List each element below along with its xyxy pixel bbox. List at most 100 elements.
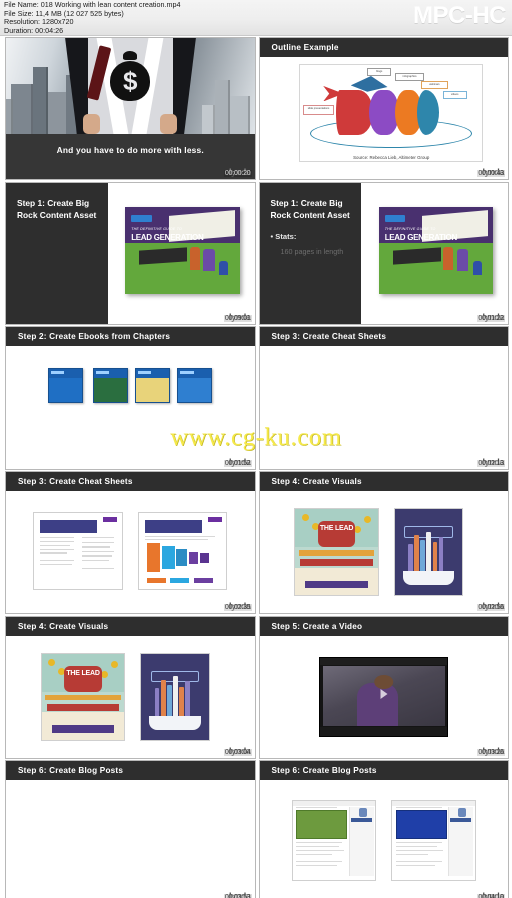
diagram-label-blogs: blogs (367, 68, 392, 77)
slide-content: THE LEAD (6, 635, 255, 758)
author-avatar (458, 808, 467, 817)
book-subtitle: THE DEFINITIVE GUIDE TO (131, 226, 183, 231)
diagram-label-videos: videos (442, 90, 467, 99)
book-title: LEAD GENERATION (384, 232, 458, 242)
thumbnail-9[interactable]: Step 4: Create Visuals THE LEAD 00:03:04 (5, 615, 256, 759)
sheet-title-block (144, 520, 202, 533)
thumbnail-grid: $ And you have to do more with less. lyn… (0, 36, 512, 898)
slide-title-bar: Step 5: Create a Video (259, 616, 508, 636)
timestamp-badge: 00:09:01 (223, 314, 252, 322)
ebook-thumb-1 (48, 368, 84, 403)
marketo-logo (103, 517, 118, 522)
slide-title: Step 3: Create Cheat Sheets (271, 332, 387, 342)
slide-title: Step 1: Create Big Rock Content Asset (270, 197, 350, 220)
hand-left (83, 114, 101, 135)
diagram-label-slide-presentations: slide presentations (302, 105, 335, 116)
funnel-stage-blue-2 (176, 549, 187, 567)
hand-right (160, 114, 178, 135)
slide-content: THE LEAD (259, 491, 508, 614)
slide-content: blogs infographics webinars videos slide… (259, 57, 508, 180)
ebook-cover-lead-generation: THE DEFINITIVE GUIDE TO LEAD GENERATION (125, 206, 240, 295)
slide-title: Step 1: Create Big Rock Content Asset (17, 197, 97, 220)
slide-title: Step 3: Create Cheat Sheets (18, 477, 133, 487)
ebook-thumb-4 (177, 368, 213, 403)
dollar-sign-icon: $ (123, 66, 138, 97)
embedded-video-player[interactable] (319, 656, 449, 738)
infographic-the-lead: THE LEAD (40, 652, 126, 741)
slide-title-bar: Step 4: Create Visuals (6, 616, 255, 636)
timestamp-badge: 00:01:52 (223, 459, 252, 467)
cheat-sheet-sales-funnel (137, 511, 228, 591)
blog-screenshot-lead-generation (291, 799, 377, 881)
thumbnail-12[interactable]: Step 6: Create Blog Posts 00:04:10 (258, 760, 509, 898)
thumbnail-10[interactable]: Step 5: Create a Video lynda 00:03:26 (258, 615, 509, 759)
player-controls-bar[interactable] (320, 726, 448, 737)
timestamp-badge: 00:00:20 (223, 170, 252, 178)
facebook-badge (350, 818, 372, 823)
slide-step3-cheat-sheets: Step 3: Create Cheat Sheets 00:02:35 (6, 472, 255, 614)
play-icon[interactable] (380, 688, 388, 699)
caption-text: And you have to do more with less. (56, 144, 204, 155)
slide-title: Step 4: Create Visuals (18, 621, 109, 631)
blog-screenshot-drive-buzz (391, 799, 476, 881)
funnel-stage-blue-1 (162, 546, 175, 570)
diagram-label-infographics: infographics (394, 73, 425, 81)
slide-step5-video: Step 5: Create a Video lynda 00:03:26 (259, 616, 508, 758)
slide-title: Step 6: Create Blog Posts (271, 766, 377, 776)
slide-title-bar: Step 2: Create Ebooks from Chapters (6, 327, 255, 347)
thumbnail-1[interactable]: $ And you have to do more with less. lyn… (5, 37, 256, 181)
cheat-sheet-buyer-persona (33, 511, 123, 591)
slide-step4-visuals-a: Step 4: Create Visuals THE LEAD 00:02:56 (259, 472, 508, 614)
thumbnail-3[interactable]: Step 1: Create Big Rock Content Asset TH… (5, 181, 256, 325)
slide-title-bar: Outline Example (259, 38, 508, 57)
slide-step1-big-rock-stats: Step 1: Create Big Rock Content Asset St… (259, 182, 508, 324)
timestamp-badge: 00:03:26 (477, 748, 505, 756)
thumbnail-8[interactable]: Step 4: Create Visuals THE LEAD 00:02:56 (258, 471, 509, 615)
player-title-bar (320, 657, 448, 665)
marketo-logo (384, 214, 406, 222)
facebook-badge (449, 818, 472, 823)
slide-step6-blog-posts-blank: Step 6: Create Blog Posts lynda 00:03:53 (6, 761, 255, 898)
slide-title-bar: Step 4: Create Visuals (259, 472, 508, 492)
slide-content (6, 491, 255, 614)
content-marketing-fish-diagram: blogs infographics webinars videos slide… (299, 64, 484, 163)
infographic-workbook (140, 652, 210, 741)
person-figure (356, 682, 399, 726)
thumbnail-5[interactable]: Step 2: Create Ebooks from Chapters lynd… (5, 326, 256, 470)
funnel-stage-orange (147, 543, 160, 573)
marketo-logo (131, 214, 152, 222)
diagram-source-credit: Source: Rebecca Lieb, Altimeter Group (353, 155, 430, 161)
slide-title: Step 5: Create a Video (271, 621, 363, 631)
slide-title-bar: Step 3: Create Cheat Sheets (259, 327, 508, 347)
slide-step1-big-rock: Step 1: Create Big Rock Content Asset TH… (6, 182, 255, 324)
thumbnail-6[interactable]: Step 3: Create Cheat Sheets lynda 00:02:… (258, 326, 509, 470)
slide-title-bar: Step 6: Create Blog Posts (259, 761, 508, 781)
slide-title-bar: Step 3: Create Cheat Sheets (6, 472, 255, 492)
thumbnail-2[interactable]: Outline Example blogs infographics webin… (258, 37, 509, 181)
slide-title: Step 2: Create Ebooks from Chapters (18, 332, 171, 342)
poster-title: THE LEAD (319, 525, 354, 533)
slide-outline-example: Outline Example blogs infographics webin… (259, 38, 508, 180)
ebook-thumb-2 (92, 368, 128, 403)
slide-title: Outline Example (271, 43, 339, 52)
slide-title: Step 6: Create Blog Posts (18, 766, 124, 776)
thumbnail-4[interactable]: Step 1: Create Big Rock Content Asset St… (258, 181, 509, 325)
person-head (373, 674, 394, 689)
video-frame-money-bag: $ And you have to do more with less. lyn… (6, 38, 255, 180)
diagram-label-webinars: webinars (420, 80, 449, 89)
slide-left-panel: Step 1: Create Big Rock Content Asset (6, 182, 108, 324)
timestamp-badge: 00:04:10 (477, 893, 505, 898)
slide-right-panel: THE DEFINITIVE GUIDE TO LEAD GENERATION (107, 182, 255, 324)
infographic-the-lead: THE LEAD (294, 508, 379, 597)
book-subtitle: THE DEFINITIVE GUIDE TO (384, 226, 436, 231)
slide-content (259, 346, 508, 469)
thumbnail-7[interactable]: Step 3: Create Cheat Sheets 00:02:35 (5, 471, 256, 615)
slide-content (259, 635, 508, 758)
slide-step3-cheat-sheets-blank: Step 3: Create Cheat Sheets lynda 00:02:… (259, 327, 508, 469)
file-metadata-block: File Name: 018 Working with lean content… (4, 0, 180, 35)
timestamp-badge: 00:03:04 (223, 748, 252, 756)
thumbnail-11[interactable]: Step 6: Create Blog Posts lynda 00:03:53 (5, 760, 256, 898)
timestamp-badge: 00:02:56 (477, 604, 505, 612)
ebook-thumb-3 (135, 368, 170, 403)
duration-line: Duration: 00:04:26 (4, 25, 64, 35)
